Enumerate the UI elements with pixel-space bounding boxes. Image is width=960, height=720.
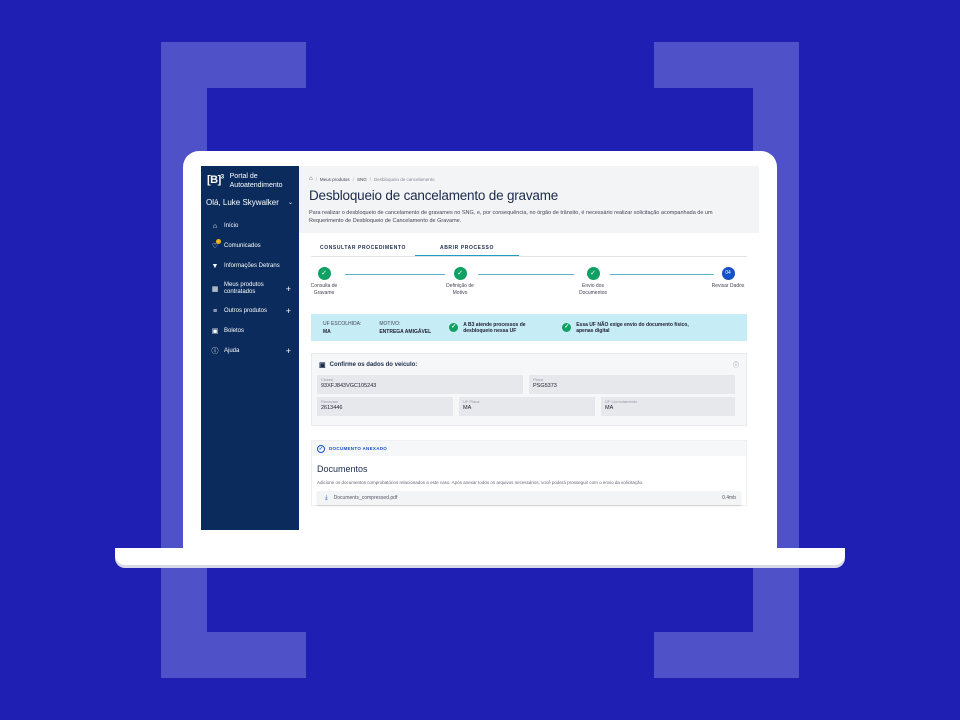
sidebar-item-label: Ajuda [224, 347, 240, 354]
help-icon: ⓘ [211, 348, 219, 355]
vehicle-card: ▣ Confirme os dados do veículo: ⓘ Chassi… [311, 353, 747, 426]
page-description: Para realizar o desbloqueio de cancelame… [309, 210, 713, 224]
check-icon: ✓ [562, 323, 572, 332]
sidebar-item-ajuda[interactable]: ⓘ Ajuda + [201, 341, 299, 361]
motivo-info: MOTIVO: ENTREGA AMIGÁVEL [379, 320, 432, 335]
check-icon: ✓ [586, 267, 600, 280]
uf-info: UF ESCOLHIDA: MA [323, 320, 362, 335]
sidebar-item-label: Início [224, 222, 239, 229]
step-2: ✓ Definição de Motivo [440, 267, 480, 297]
sidebar-item-outros-produtos[interactable]: ≡ Outros produtos + [201, 301, 299, 321]
sidebar-item-label: Informações Detrans [224, 262, 280, 269]
list-icon: ≡ [212, 307, 218, 315]
tab-abrir-processo[interactable]: ABRIR PROCESSO [415, 245, 519, 256]
content-panel: CONSULTAR PROCEDIMENTO ABRIR PROCESSO ✓ … [299, 233, 759, 530]
brand[interactable]: [B]3 Portal de Autoatendimento [201, 172, 299, 190]
stepper: ✓ Consulta de Gravame ✓ Definição de Mot… [311, 267, 747, 309]
breadcrumb-item[interactable]: SNG [357, 177, 367, 182]
page-title: Desbloqueio de cancelamento de gravame [309, 188, 559, 203]
check-icon: ✓ [453, 267, 467, 280]
attached-file[interactable]: ⤓ Documents_compressed.pdf 0.4mb [317, 491, 741, 505]
sidebar-item-meus-produtos[interactable]: ▦ Meus produtos contratados + [201, 276, 299, 301]
ticket-icon: ▣ [211, 328, 219, 335]
breadcrumb: ⌂ / Meus produtos / SNG / Desbloqueio de… [309, 176, 435, 182]
step-label: Revisar Dados [711, 283, 745, 289]
breadcrumb-current: Desbloqueio de cancelamento [373, 176, 435, 182]
sidebar-item-label: Meus produtos contratados [224, 281, 264, 295]
documents-description: Adicione os documentos comprobatórios re… [317, 480, 644, 485]
step-connector [345, 274, 445, 275]
bracket-right-bottom [654, 632, 799, 678]
step-1: ✓ Consulta de Gravame [304, 267, 344, 297]
expand-icon[interactable]: + [286, 306, 291, 316]
breadcrumb-item[interactable]: Meus produtos [320, 177, 350, 182]
info-bar: UF ESCOLHIDA: MA MOTIVO: ENTREGA AMIGÁVE… [311, 314, 747, 341]
tab-consultar-procedimento[interactable]: CONSULTAR PROCEDIMENTO [311, 245, 415, 256]
step-label: Consulta de Gravame [310, 283, 338, 296]
renavam-field[interactable]: Renavam 2613446 [317, 397, 453, 416]
step-4: 04 Revisar Dados [708, 267, 748, 290]
home-icon[interactable]: ⌂ [309, 176, 313, 182]
chassi-field[interactable]: Chassi 93XFJ843VGC105243 [317, 375, 523, 394]
user-menu[interactable]: Olá, Luke Skywalker ⌄ [201, 198, 299, 207]
map-icon: ▼ [211, 262, 219, 270]
step-connector [610, 274, 714, 275]
sidebar-item-comunicados[interactable]: ♡ Comunicados [201, 236, 299, 256]
sidebar: [B]3 Portal de Autoatendimento Olá, Luke… [201, 166, 299, 530]
step-label: Definição de Motivo [446, 283, 474, 296]
placa-field[interactable]: Placa PSG5373 [529, 375, 735, 394]
sidebar-item-label: Comunicados [224, 242, 261, 249]
file-name: Documents_compressed.pdf [333, 495, 398, 501]
page-header: ⌂ / Meus produtos / SNG / Desbloqueio de… [299, 166, 759, 233]
step-3: ✓ Envio dos Documentos [573, 267, 613, 297]
car-icon: ▣ [319, 361, 326, 369]
notification-dot [216, 239, 221, 244]
notice-b3: ✓ A B3 atende processos de desbloqueio n… [449, 321, 526, 334]
help-icon[interactable]: ⓘ [733, 360, 739, 369]
home-icon: ⌂ [212, 222, 218, 230]
grid-icon: ▦ [211, 285, 219, 293]
sidebar-item-label: Boletos [224, 327, 245, 334]
step-number: 04 [721, 267, 735, 280]
expand-icon[interactable]: + [286, 284, 291, 294]
laptop-base [115, 548, 845, 565]
check-icon: ✓ [317, 267, 331, 280]
sidebar-item-informacoes-detrans[interactable]: ▼ Informações Detrans [201, 256, 299, 276]
portal-title: Portal de Autoatendimento [229, 173, 283, 189]
check-circle-icon: ✓ [317, 444, 325, 453]
document-status: ✓ DOCUMENTO ANEXADO [312, 441, 746, 456]
bell-icon: ♡ [209, 239, 221, 250]
sidebar-item-label: Outros produtos [224, 307, 268, 314]
user-greeting: Olá, Luke Skywalker [206, 198, 279, 207]
uf-placa-field[interactable]: UF Placa MA [459, 397, 595, 416]
expand-icon[interactable]: + [286, 346, 291, 356]
main-content: ⌂ / Meus produtos / SNG / Desbloqueio de… [299, 166, 759, 530]
chevron-down-icon: ⌄ [287, 200, 293, 206]
documents-title: Documentos [317, 464, 368, 474]
laptop-screen: [B]3 Portal de Autoatendimento Olá, Luke… [201, 166, 759, 530]
b3-logo: [B]3 [207, 174, 224, 186]
documents-card: ✓ DOCUMENTO ANEXADO Documentos Adicione … [311, 440, 747, 506]
step-label: Envio dos Documentos [578, 283, 608, 296]
sidebar-item-boletos[interactable]: ▣ Boletos [201, 321, 299, 341]
uf-licenciamento-field[interactable]: UF Licenciamento MA [601, 397, 735, 416]
check-icon: ✓ [449, 323, 459, 332]
tab-bar: CONSULTAR PROCEDIMENTO ABRIR PROCESSO [311, 233, 747, 257]
vehicle-card-title: Confirme os dados do veículo: [329, 361, 418, 368]
sidebar-item-inicio[interactable]: ⌂ Início [201, 216, 299, 236]
bracket-left-bottom [161, 632, 306, 678]
file-size: 0.4mb [722, 495, 736, 501]
download-icon[interactable]: ⤓ [325, 495, 328, 502]
notice-uf: ✓ Essa UF NÃO exige envio do documento f… [562, 321, 689, 334]
step-connector [478, 274, 574, 275]
